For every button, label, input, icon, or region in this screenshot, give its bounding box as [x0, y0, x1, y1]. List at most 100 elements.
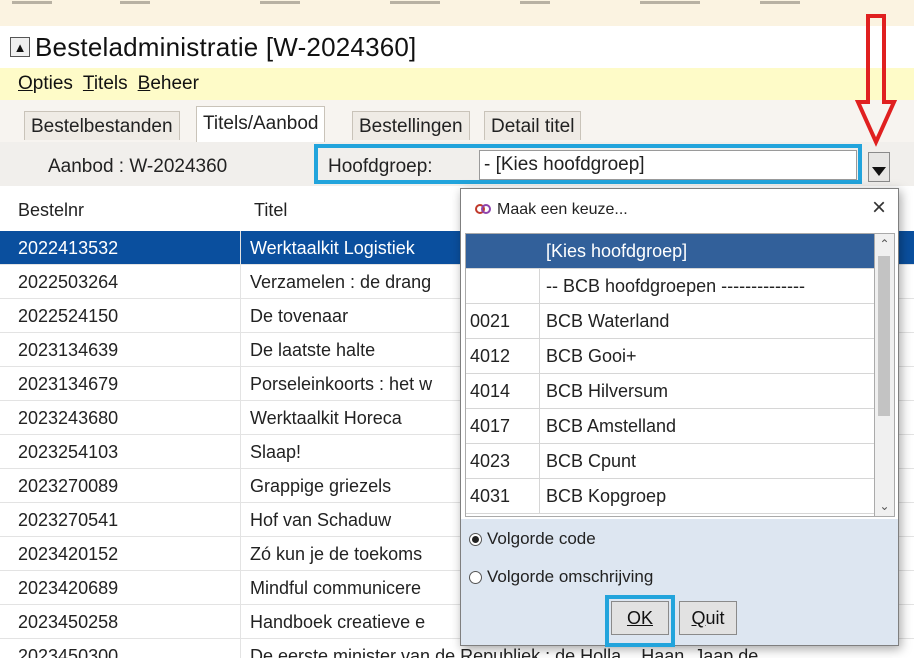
hoofdgroep-code: 4023 — [466, 444, 540, 478]
menu-titels-label: itels — [93, 73, 128, 94]
bestelnr-cell: 2023270089 — [18, 476, 119, 496]
hoofdgroep-list-item[interactable]: [Kies hoofdgroep] — [466, 234, 874, 269]
column-divider — [240, 231, 241, 265]
hoofdgroep-code — [466, 269, 540, 303]
hoofdgroep-description: -- BCB hoofdgroepen -------------- — [546, 276, 806, 296]
column-divider — [240, 333, 241, 367]
hoofdgroep-description: BCB Gooi+ — [546, 346, 637, 366]
window-title: Besteladministratie [W-2024360] — [35, 31, 417, 62]
dropdown-arrow-icon — [872, 167, 886, 176]
tab-detail-titel[interactable]: Detail titel — [484, 111, 582, 140]
dialog-options: Volgorde code Volgorde omschrijving OK Q… — [461, 519, 898, 645]
dialog-titlebar: Maak een keuze... × — [461, 189, 898, 231]
hoofdgroep-description: [Kies hoofdgroep] — [546, 241, 688, 261]
menu-beheer-accel: B — [137, 73, 151, 94]
hoofdgroep-list-item[interactable]: 4023 BCB Cpunt — [466, 444, 874, 479]
hoofdgroep-code: 0021 — [466, 304, 540, 338]
hoofdgroep-list: [Kies hoofdgroep] -- BCB hoofdgroepen ---… — [465, 233, 875, 517]
sort-by-code-label: Volgorde code — [487, 529, 596, 548]
strip-dash — [12, 1, 52, 4]
hoofdgroep-code: 4017 — [466, 409, 540, 443]
hoofdgroep-list-item[interactable]: 4031 BCB Kopgroep — [466, 479, 874, 514]
window-titlebar: ▲ Besteladministratie [W-2024360] — [0, 26, 914, 68]
column-divider — [240, 265, 241, 299]
column-header-bestelnr[interactable]: Bestelnr — [18, 200, 84, 221]
dialog-title: Maak een keuze... — [497, 201, 628, 218]
column-divider — [240, 605, 241, 639]
radio-description[interactable] — [469, 570, 482, 584]
column-divider — [240, 537, 241, 571]
strip-dash — [390, 1, 440, 4]
column-divider — [240, 503, 241, 537]
column-header-titel[interactable]: Titel — [254, 200, 287, 221]
quit-button-label: uit — [705, 608, 725, 628]
hoofdgroep-list-item[interactable]: 0021 BCB Waterland — [466, 304, 874, 339]
hoofdgroep-code: 4031 — [466, 479, 540, 513]
aanbod-label: Aanbod : W-2024360 — [48, 156, 228, 177]
bestelnr-cell: 2022503264 — [18, 272, 119, 292]
quit-button-accel: Q — [691, 608, 706, 628]
sort-by-code-option[interactable]: Volgorde code — [469, 529, 596, 549]
hoofdgroep-description: BCB Amstelland — [546, 416, 677, 436]
menu-bar: Opties Titels Beheer — [0, 68, 914, 100]
bestelnr-cell: 2023420689 — [18, 578, 119, 598]
menu-titels-accel: T — [82, 73, 94, 94]
titel-cell: De eerste minister van de Republiek : de… — [250, 646, 759, 658]
scroll-up-icon[interactable]: ⌃ — [875, 234, 894, 254]
tab-bestellingen[interactable]: Bestellingen — [352, 111, 470, 140]
list-scrollbar[interactable]: ⌃ ⌄ — [875, 233, 895, 517]
menu-beheer-label: eheer — [150, 73, 199, 94]
bestelnr-cell: 2022413532 — [18, 238, 119, 258]
bestelnr-cell: 2023450258 — [18, 612, 119, 632]
column-divider — [240, 435, 241, 469]
top-strip — [0, 0, 914, 27]
hoofdgroep-code: 4014 — [466, 374, 540, 408]
menu-beheer[interactable]: Beheer — [138, 73, 199, 95]
hoofdgroep-list-item[interactable]: 4012 BCB Gooi+ — [466, 339, 874, 374]
radio-code[interactable] — [469, 532, 482, 546]
hoofdgroep-list-item[interactable]: 4014 BCB Hilversum — [466, 374, 874, 409]
quit-button[interactable]: Quit — [679, 601, 737, 635]
strip-dash — [520, 1, 550, 4]
scroll-thumb[interactable] — [878, 256, 890, 416]
bestelnr-cell: 2022524150 — [18, 306, 119, 326]
bestelnr-cell: 2023134639 — [18, 340, 119, 360]
ok-highlight-box — [605, 595, 675, 647]
column-divider — [240, 401, 241, 435]
hoofdgroep-description: BCB Kopgroep — [546, 486, 667, 506]
dialog-app-icon — [475, 204, 491, 214]
tab-bestelbestanden[interactable]: Bestelbestanden — [24, 111, 180, 140]
bestelnr-cell: 2023450300 — [18, 646, 119, 658]
bestelnr-cell: 2023134679 — [18, 374, 119, 394]
annotation-arrow-icon — [854, 14, 898, 147]
strip-dash — [120, 1, 150, 4]
hoofdgroep-list-item[interactable]: 4017 BCB Amstelland — [466, 409, 874, 444]
hoofdgroep-description: BCB Hilversum — [546, 381, 669, 401]
menu-opties[interactable]: Opties — [18, 73, 73, 95]
menu-opties-label: pties — [32, 73, 73, 94]
sort-by-description-label: Volgorde omschrijving — [487, 567, 654, 586]
column-divider — [240, 299, 241, 333]
close-icon[interactable]: × — [872, 194, 886, 222]
strip-dash — [760, 1, 800, 4]
hoofdgroep-description: BCB Waterland — [546, 311, 670, 331]
sort-by-description-option[interactable]: Volgorde omschrijving — [469, 567, 653, 587]
menu-titels[interactable]: Titels — [83, 73, 128, 95]
hoofdgroep-description: BCB Cpunt — [546, 451, 637, 471]
hoofdgroep-code: 4012 — [466, 339, 540, 373]
column-divider — [240, 639, 241, 658]
column-divider — [240, 469, 241, 503]
bestelnr-cell: 2023270541 — [18, 510, 119, 530]
choice-dialog: Maak een keuze... × [Kies hoofdgroep] -- … — [460, 188, 899, 647]
menu-opties-accel: O — [18, 73, 33, 94]
strip-dash — [640, 1, 700, 4]
column-divider — [240, 367, 241, 401]
bestelnr-cell: 2023243680 — [18, 408, 119, 428]
hoofdgroep-list-item[interactable]: -- BCB hoofdgroepen -------------- — [466, 269, 874, 304]
scroll-down-icon[interactable]: ⌄ — [875, 496, 894, 516]
tab-titels-aanbod[interactable]: Titels/Aanbod — [196, 106, 326, 142]
bestelnr-cell: 2023420152 — [18, 544, 119, 564]
hoofdgroep-dropdown-button[interactable] — [868, 152, 890, 182]
strip-dash — [260, 1, 300, 4]
tab-bar: Bestelbestanden Titels/Aanbod Bestelling… — [0, 100, 914, 142]
